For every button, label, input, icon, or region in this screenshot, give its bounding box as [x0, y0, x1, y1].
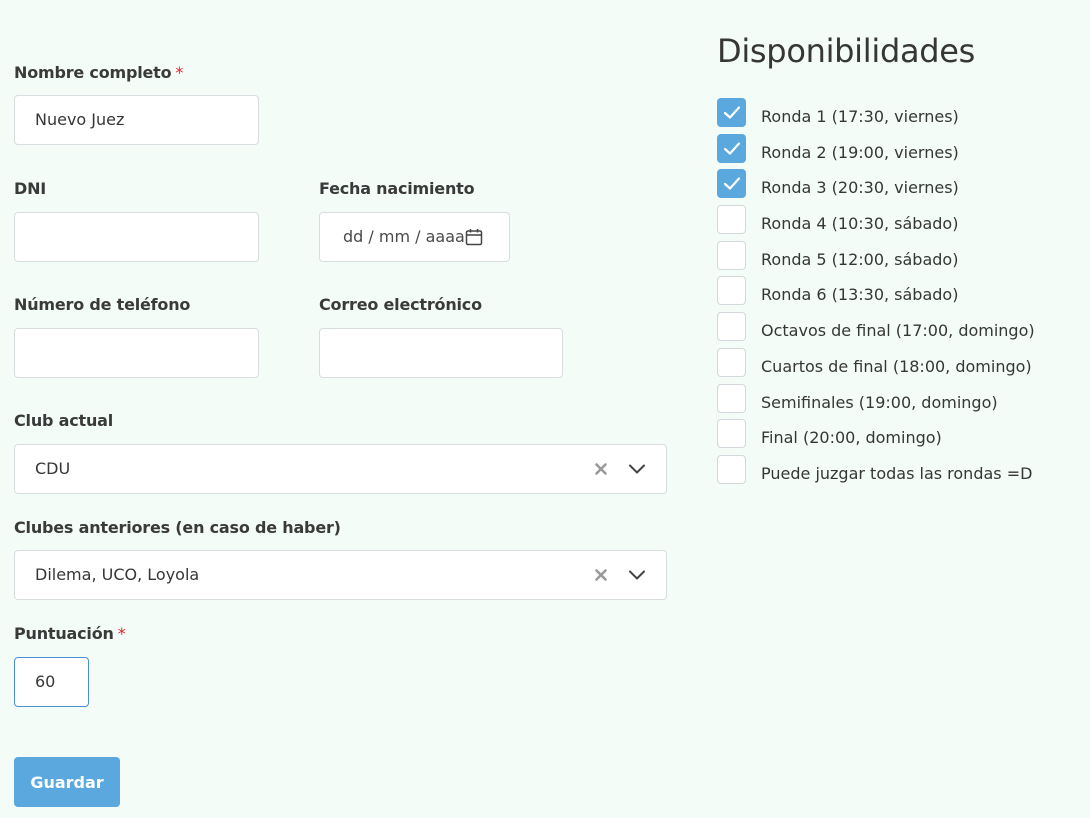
club-actual-value: CDU — [35, 459, 71, 478]
puntuacion-label: Puntuación * — [14, 624, 126, 643]
availability-item[interactable]: Ronda 3 (20:30, viernes) — [717, 169, 1035, 205]
chevron-down-icon[interactable] — [628, 462, 646, 476]
clubes-anteriores-value: Dilema, UCO, Loyola — [35, 565, 200, 584]
availability-checkbox[interactable] — [717, 454, 746, 484]
required-marker: * — [117, 624, 126, 643]
club-actual-select[interactable]: CDU — [14, 444, 667, 494]
availability-item[interactable]: Semifinales (19:00, domingo) — [717, 383, 1035, 420]
availability-item[interactable]: Octavos de final (17:00, domingo) — [717, 312, 1035, 348]
chevron-down-icon[interactable] — [628, 568, 646, 582]
nombre-value: Nuevo Juez — [35, 110, 125, 129]
availability-item[interactable]: Puede juzgar todas las rondas =D — [717, 454, 1035, 491]
correo-label: Correo electrónico — [319, 295, 482, 314]
nombre-label-text: Nombre completo — [14, 63, 172, 82]
clubes-anteriores-select[interactable]: Dilema, UCO, Loyola — [14, 550, 667, 600]
dni-label: DNI — [14, 179, 47, 198]
availability-item[interactable]: Ronda 5 (12:00, sábado) — [717, 240, 1035, 277]
availability-label: Ronda 3 (20:30, viernes) — [761, 178, 959, 198]
availability-label: Cuartos de final (18:00, domingo) — [761, 356, 1032, 376]
clubes-anteriores-label: Clubes anteriores (en caso de haber) — [14, 518, 341, 537]
availability-title: Disponibilidades — [717, 32, 976, 70]
puntuacion-input[interactable]: 60 — [14, 657, 89, 707]
availability-item[interactable]: Ronda 4 (10:30, sábado) — [717, 205, 1035, 241]
availability-checkbox[interactable] — [717, 383, 746, 413]
save-button[interactable]: Guardar — [14, 757, 120, 807]
check-icon — [723, 106, 741, 119]
nombre-input[interactable]: Nuevo Juez — [14, 95, 259, 145]
availability-checkbox[interactable] — [717, 133, 746, 163]
check-icon — [723, 177, 741, 190]
telefono-input[interactable] — [14, 328, 259, 378]
availability-item[interactable]: Ronda 2 (19:00, viernes) — [717, 133, 1035, 170]
availability-label: Ronda 6 (13:30, sábado) — [761, 285, 959, 305]
availability-checkbox[interactable] — [717, 169, 746, 199]
availability-label: Ronda 2 (19:00, viernes) — [761, 142, 959, 162]
availability-checkbox[interactable] — [717, 419, 746, 449]
telefono-label: Número de teléfono — [14, 295, 191, 314]
availability-label: Octavos de final (17:00, domingo) — [761, 321, 1035, 341]
puntuacion-label-text: Puntuación — [14, 624, 114, 643]
fecha-label: Fecha nacimiento — [319, 179, 475, 198]
availability-checkbox[interactable] — [717, 98, 746, 127]
availability-list: Ronda 1 (17:30, viernes) Ronda 2 (19:00, … — [717, 98, 1035, 491]
availability-checkbox[interactable] — [717, 205, 746, 235]
puntuacion-value: 60 — [35, 672, 56, 691]
availability-checkbox[interactable] — [717, 240, 746, 270]
check-icon — [723, 142, 741, 155]
availability-checkbox[interactable] — [717, 276, 746, 306]
availability-label: Ronda 4 (10:30, sábado) — [761, 214, 959, 234]
fecha-placeholder: dd / mm / aaaa — [343, 227, 465, 246]
availability-checkbox[interactable] — [717, 312, 746, 342]
availability-item[interactable]: Ronda 1 (17:30, viernes) — [717, 98, 1035, 134]
availability-checkbox[interactable] — [717, 347, 746, 377]
required-marker: * — [175, 63, 184, 82]
availability-label: Puede juzgar todas las rondas =D — [761, 463, 1033, 483]
availability-item[interactable]: Ronda 6 (13:30, sábado) — [717, 276, 1035, 312]
availability-item[interactable]: Final (20:00, domingo) — [717, 419, 1035, 455]
club-actual-label: Club actual — [14, 411, 114, 430]
clear-x-icon[interactable] — [594, 462, 608, 476]
availability-item[interactable]: Cuartos de final (18:00, domingo) — [717, 347, 1035, 384]
calendar-icon[interactable] — [465, 228, 483, 246]
nombre-label: Nombre completo * — [14, 63, 183, 82]
correo-input[interactable] — [319, 328, 563, 378]
availability-label: Final (20:00, domingo) — [761, 428, 942, 448]
availability-label: Ronda 1 (17:30, viernes) — [761, 107, 959, 126]
dni-input[interactable] — [14, 212, 259, 262]
availability-label: Ronda 5 (12:00, sábado) — [761, 249, 959, 269]
clear-x-icon[interactable] — [594, 568, 608, 582]
availability-label: Semifinales (19:00, domingo) — [761, 392, 998, 412]
fecha-input[interactable]: dd / mm / aaaa — [319, 212, 510, 262]
